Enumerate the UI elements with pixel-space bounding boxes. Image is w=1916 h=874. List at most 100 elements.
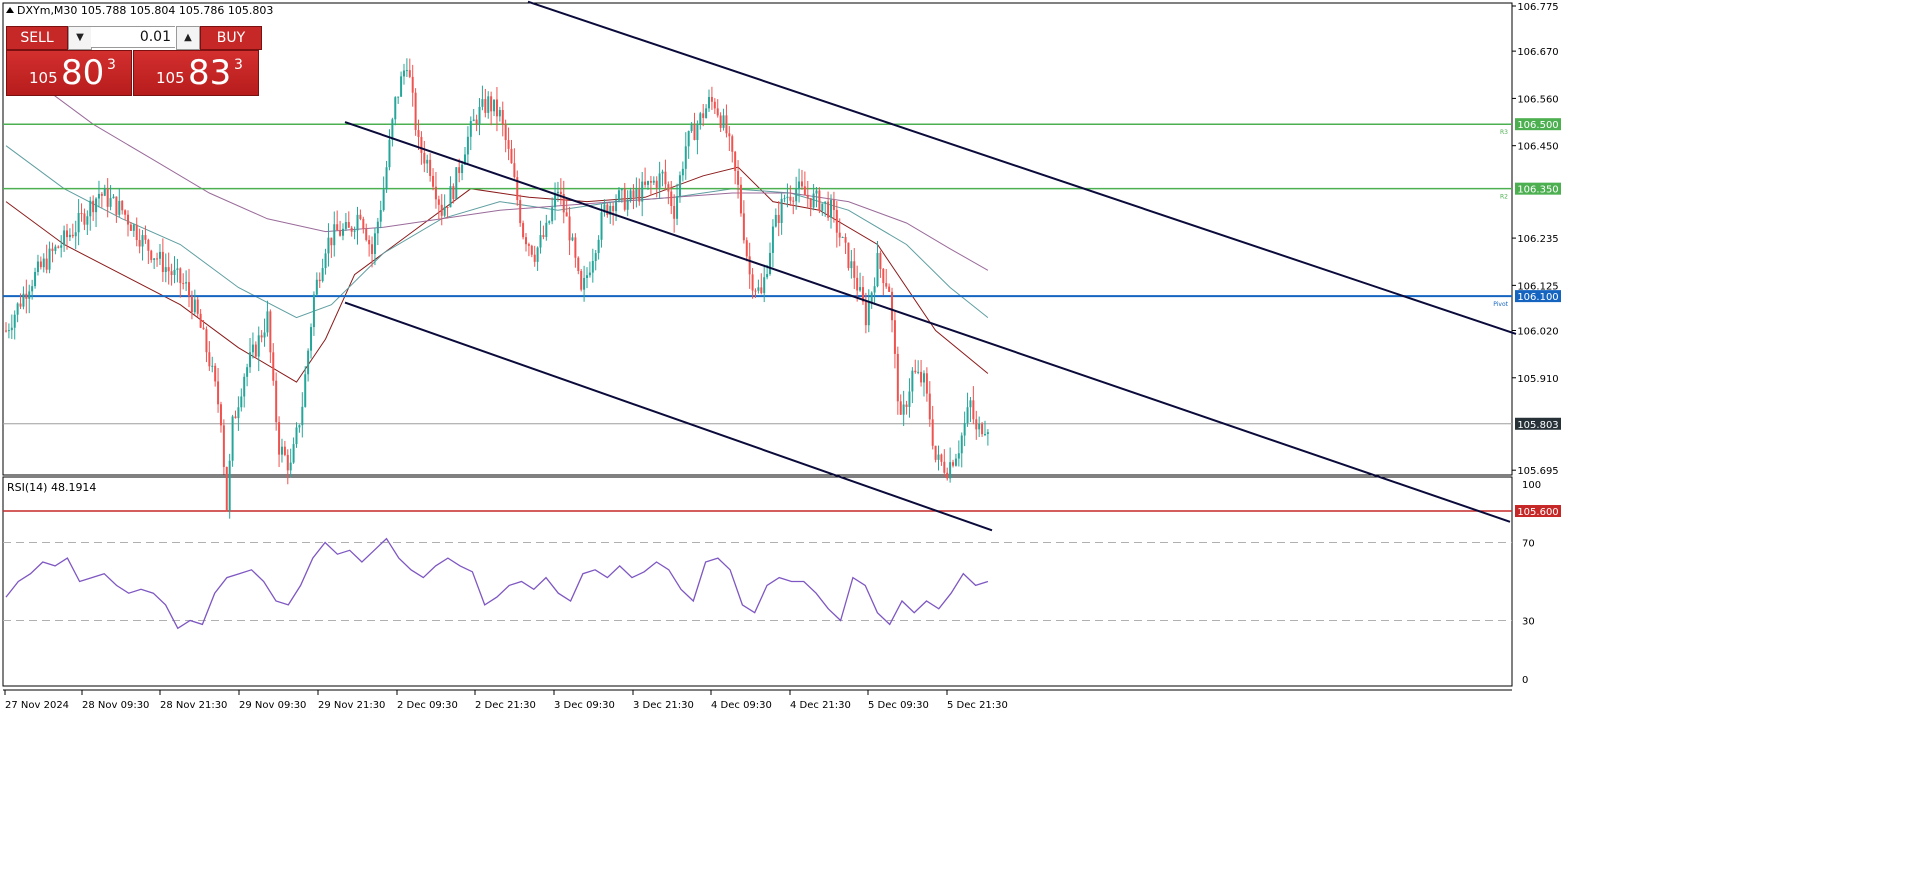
bid-price-sup: 3 [107,57,116,73]
lot-size-input[interactable] [91,26,175,48]
candle-body [478,106,481,124]
candle-body [208,352,211,367]
lot-increase-button[interactable]: ▲ [176,26,200,50]
candle-body [211,365,214,367]
candle-body [983,434,986,436]
candle-body [702,113,705,118]
sell-button[interactable]: SELL [6,26,68,50]
candle-body [280,446,283,455]
buy-button[interactable]: BUY [200,26,262,50]
candle-body [397,96,400,98]
candle-body [644,181,647,185]
candle-body [66,230,69,238]
candle-body [461,164,464,174]
candle-body [45,258,48,270]
candle-body [321,268,324,282]
bid-price-button[interactable]: 105 80 3 [6,50,132,96]
candle-body [80,212,83,214]
time-tick-label-8: 3 Dec 09:30 [554,700,615,711]
candle-body [466,136,469,155]
candle-body [568,216,571,241]
candle-body [150,250,153,260]
candle-body [138,240,141,247]
candle-body [89,200,92,217]
candle-body [780,198,783,223]
time-axis: 27 Nov 2024 28 Nov 09:30 28 Nov 21:30 29 No… [4,690,1008,711]
candle-body [402,70,405,77]
candle-body [580,270,583,290]
candle-body [420,136,423,153]
candle [414,88,417,136]
candle-body [606,204,609,216]
candle-body [481,99,484,107]
candle-body [591,261,594,273]
candle-body [475,119,478,124]
candle-body [946,472,949,479]
candle-body [362,218,365,229]
candle-body [48,248,51,270]
candle-body [577,257,580,271]
candle-body [286,454,289,471]
candle-body [251,344,254,353]
candle-body [350,227,353,232]
candle-body [742,213,745,241]
ask-price-button[interactable]: 105 83 3 [133,50,259,96]
candle-body [16,303,19,315]
candle-body [365,228,368,240]
candle-body [13,314,16,328]
candle-body [5,330,7,332]
candle-body [310,327,313,351]
candle-body [954,458,957,466]
candle-body [719,115,722,128]
candle-body [963,423,966,436]
candle-body [597,239,600,254]
candle-body [667,184,670,192]
candle-body [556,191,559,194]
price-tick-label-5: 106.235 [1517,234,1558,245]
candle-body [260,335,263,338]
candle-body [71,234,74,237]
candle-body [588,272,591,276]
candle-body [574,237,577,258]
candle-body [815,190,818,194]
candle-body [490,96,493,112]
candle-body [315,279,318,295]
candle-body [879,252,882,269]
candle-body [986,432,989,435]
time-tick-label-6: 2 Dec 09:30 [397,700,458,711]
candle-body [356,214,359,231]
lot-decrease-button[interactable]: ▼ [68,26,92,50]
candle-body [272,352,275,381]
candle-body [774,214,777,227]
candle-body [330,237,333,246]
candle-body [341,228,344,236]
candle-body [318,279,321,282]
candle-body [524,237,527,245]
candle-body [36,261,39,273]
candle-body [565,212,568,217]
candle-body [777,214,780,223]
candle-body [635,189,638,198]
candle-body [95,198,98,213]
candle-body [943,461,946,473]
candle-body [176,268,179,270]
candle-body [658,173,661,188]
candle-body [623,189,626,210]
candle-body [693,124,696,140]
candle-body [957,453,960,459]
price-tick-label-9: 105.695 [1517,466,1558,477]
candle-body [751,274,754,291]
candle-body [34,272,37,287]
candle-body [440,204,443,216]
candle-body [234,416,237,419]
candle-body [600,212,603,240]
candle-body [141,235,144,247]
time-tick-label-12: 5 Dec 09:30 [868,700,929,711]
candle-body [949,462,952,479]
candle-body [803,186,806,195]
candle-body [763,277,766,294]
candle-body [25,293,28,299]
candle-body [228,460,231,511]
candle-body [487,96,490,113]
candle-body [161,251,164,273]
